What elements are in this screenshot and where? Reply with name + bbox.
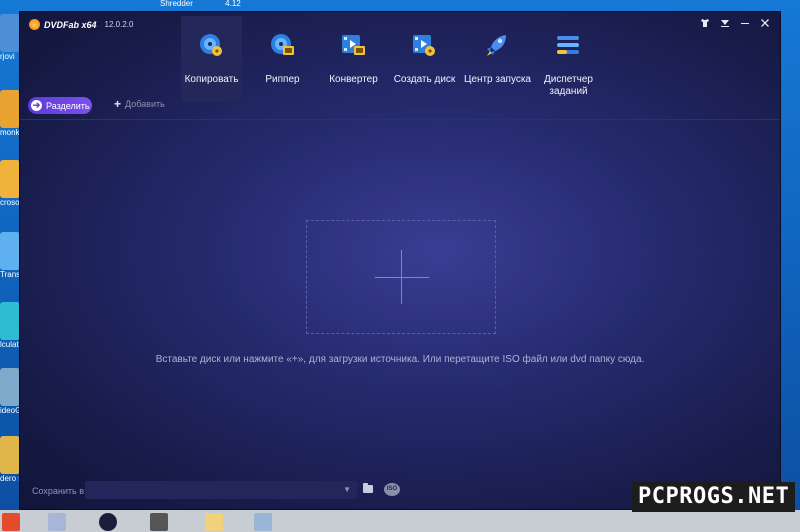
desktop-icon-glyph [0, 160, 20, 198]
top-strip-item: 4.12 [225, 0, 241, 8]
save-path-dropdown[interactable]: ▼ [85, 481, 357, 499]
taskbar [0, 510, 800, 532]
desktop-icon-label: croso cious [0, 198, 20, 207]
app-version: 12.0.2.0 [104, 20, 134, 29]
desktop-icon-glyph [0, 302, 20, 340]
desktop-icon-glyph [0, 14, 20, 52]
folder-icon[interactable] [363, 483, 373, 493]
module-nav: Копировать Риппер Конвертер Создать диск… [181, 16, 601, 102]
module-label: Центр запуска [463, 74, 531, 85]
taskbar-app-icon[interactable] [254, 513, 272, 531]
desktop-icon[interactable]: croso cious [0, 160, 20, 220]
arrow-right-icon: ➔ [31, 100, 42, 111]
desktop-icon-label: Trans [0, 270, 20, 279]
desktop-icon-label: lculat yline [0, 340, 20, 349]
app-brand: DVDFab x64 12.0.2.0 [29, 19, 133, 30]
desktop-icon-glyph [0, 232, 20, 270]
desktop-icon[interactable]: ideoG [0, 368, 20, 428]
taskbar-app-icon[interactable] [99, 513, 117, 531]
watermark: PCPROGS.NET [632, 482, 796, 512]
chevron-down-icon: ▼ [343, 485, 351, 494]
desktop-icon[interactable]: Trans [0, 232, 20, 292]
desktop-icon-label: dero show [0, 474, 20, 483]
plus-icon: + [114, 97, 122, 111]
module-create-disc[interactable]: Создать диск [394, 16, 455, 102]
minimize-icon[interactable] [740, 18, 750, 31]
iso-icon[interactable]: ISO [384, 483, 400, 496]
split-button-label: Разделить [46, 100, 90, 111]
desktop-icon[interactable]: rjovi [0, 14, 20, 74]
taskbar-app-icon[interactable] [48, 513, 66, 531]
dvdfab-window: DVDFab x64 12.0.2.0 Копировать Риппер Ко… [19, 11, 781, 510]
desktop-top-strip: Shredder 4.12 [160, 0, 300, 10]
module-copy[interactable]: Копировать [181, 16, 242, 102]
desktop-icon-glyph [0, 90, 20, 128]
top-strip-item: Shredder [160, 0, 193, 8]
disc-ripper-icon [269, 32, 295, 58]
desktop-icon[interactable]: monk [0, 90, 20, 150]
drop-hint-text: Вставьте диск или нажмите «+», для загру… [155, 354, 645, 365]
app-name: DVDFab x64 [44, 19, 97, 30]
source-drop-zone[interactable] [306, 220, 496, 334]
module-label: Копировать [184, 74, 239, 85]
dvdfab-logo-icon [29, 19, 40, 30]
desktop-icon-label: monk [0, 128, 20, 137]
module-launch-center[interactable]: Центр запуска [464, 16, 531, 102]
add-button[interactable]: + Добавить [114, 97, 165, 111]
task-list-icon [555, 32, 581, 58]
split-button[interactable]: ➔ Разделить [28, 97, 92, 114]
add-source-plus-icon [375, 277, 429, 278]
desktop-icon[interactable]: lculat yline [0, 302, 20, 362]
shirt-icon[interactable] [700, 18, 710, 31]
desktop-icon[interactable]: dero show [0, 436, 20, 496]
module-label: Конвертер [329, 74, 378, 85]
disc-copy-icon [198, 32, 224, 58]
module-label: Диспетчер заданий [544, 74, 593, 97]
taskbar-app-icon[interactable] [150, 513, 168, 531]
close-icon[interactable] [760, 18, 770, 31]
module-label: Создать диск [393, 74, 456, 85]
module-task-manager[interactable]: Диспетчер заданий [538, 16, 599, 102]
module-ripper[interactable]: Риппер [252, 16, 313, 102]
module-converter[interactable]: Конвертер [323, 16, 384, 102]
add-button-label: Добавить [125, 99, 165, 109]
save-to-label: Сохранить в: [32, 486, 87, 496]
desktop-icon-label: rjovi [0, 52, 15, 61]
taskbar-app-icon[interactable] [205, 513, 223, 531]
menu-icon[interactable] [720, 18, 730, 31]
add-source-plus-icon [401, 250, 402, 304]
rocket-icon [484, 32, 510, 58]
desktop-icon-label: ideoG [0, 406, 20, 415]
module-label: Риппер [265, 74, 300, 85]
film-converter-icon [340, 32, 366, 58]
toolbar-divider [20, 119, 780, 120]
film-disc-creator-icon [411, 32, 437, 58]
desktop-icon-glyph [0, 368, 20, 406]
desktop-icon-glyph [0, 436, 20, 474]
window-controls [700, 18, 770, 31]
taskbar-app-icon[interactable] [2, 513, 20, 531]
